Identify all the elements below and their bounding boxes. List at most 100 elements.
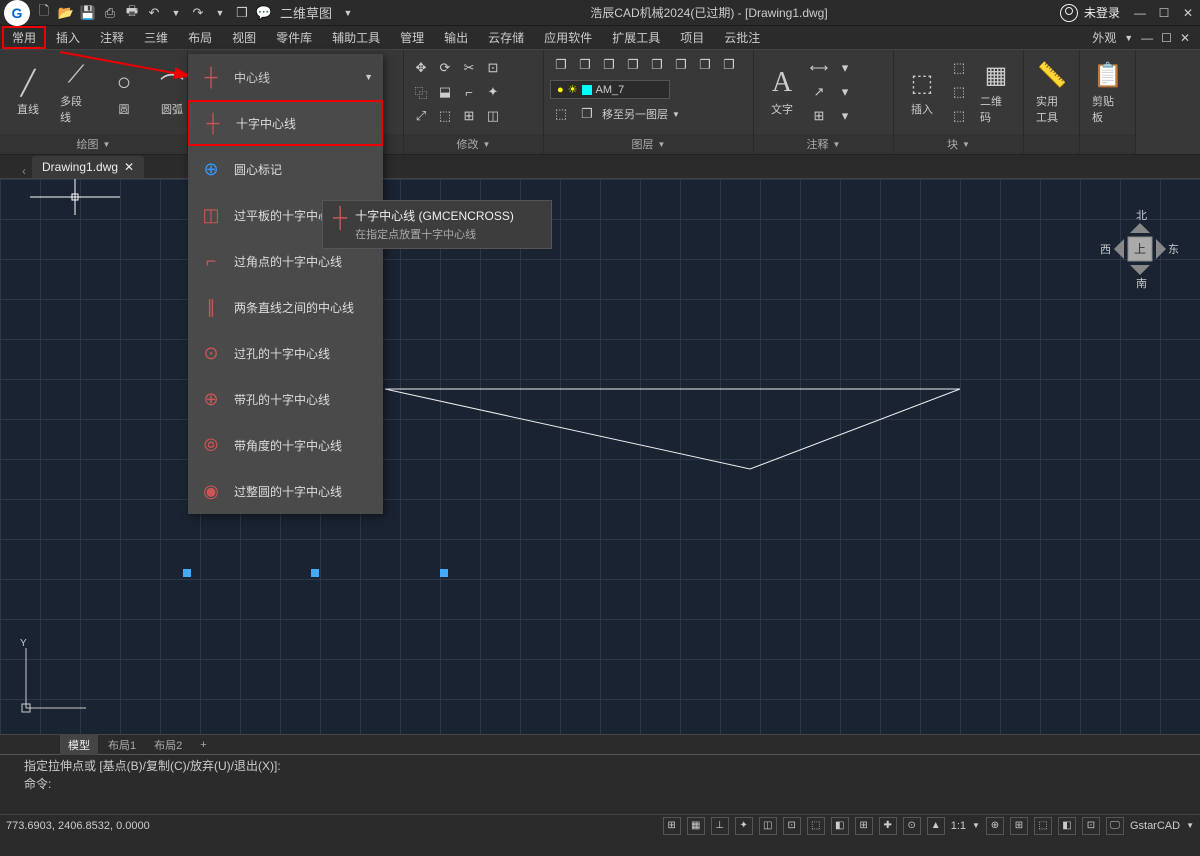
- layer-icon[interactable]: ❐: [718, 54, 740, 76]
- copy-icon[interactable]: ⿻: [410, 81, 432, 103]
- util-button[interactable]: 📏实用工具: [1030, 57, 1074, 127]
- panel-title-layer[interactable]: 图层 ▼: [544, 134, 753, 154]
- mirror-icon[interactable]: ⬓: [434, 81, 456, 103]
- scale-icon[interactable]: ⬚: [434, 105, 456, 127]
- rotate-icon[interactable]: ⟳: [434, 57, 456, 79]
- close-doc-icon[interactable]: ✕: [1180, 31, 1190, 45]
- qr-button[interactable]: ▦二维码: [974, 57, 1018, 127]
- saveas-icon[interactable]: ⎙: [100, 3, 120, 23]
- menu-output[interactable]: 输出: [434, 26, 478, 49]
- menu-cloud-anno[interactable]: 云批注: [714, 26, 770, 49]
- menu-ext[interactable]: 扩展工具: [602, 26, 670, 49]
- undo-icon[interactable]: ↶: [144, 3, 164, 23]
- grip-handle[interactable]: [183, 569, 191, 577]
- restore-ribbon-icon[interactable]: ☐: [1161, 31, 1172, 45]
- clipboard-button[interactable]: 📋剪贴板: [1086, 57, 1130, 127]
- min-ribbon-icon[interactable]: —: [1141, 31, 1153, 45]
- tool-icon[interactable]: ▾: [834, 57, 856, 79]
- toggle[interactable]: ◧: [831, 817, 849, 835]
- command-input[interactable]: 命令:: [2, 775, 1198, 795]
- grip-handle[interactable]: [311, 569, 319, 577]
- minimize-button[interactable]: —: [1132, 6, 1148, 20]
- layer-icon[interactable]: ❐: [598, 54, 620, 76]
- dropdown-item-cross-centerline[interactable]: ┼ 十字中心线: [188, 100, 383, 146]
- text-button[interactable]: A文字: [760, 65, 804, 119]
- chevron-down-icon[interactable]: ▼: [338, 3, 358, 23]
- document-tab[interactable]: Drawing1.dwg✕: [32, 156, 144, 178]
- tool-icon[interactable]: ✦: [482, 81, 504, 103]
- workspace-label[interactable]: 二维草图: [276, 3, 336, 23]
- monitor-icon[interactable]: 🖵: [1106, 817, 1124, 835]
- dropdown-item-center-mark[interactable]: ⊕ 圆心标记: [188, 146, 383, 192]
- layer-icon[interactable]: ❐: [576, 103, 598, 125]
- osnap-toggle[interactable]: ◫: [759, 817, 777, 835]
- move-icon[interactable]: ✥: [410, 57, 432, 79]
- dropdown-item-hole[interactable]: ⊙ 过孔的十字中心线: [188, 330, 383, 376]
- array-icon[interactable]: ⊞: [458, 105, 480, 127]
- fillet-icon[interactable]: ⌐: [458, 81, 480, 103]
- trim-icon[interactable]: ✂: [458, 57, 480, 79]
- panel-title-modify[interactable]: 修改 ▼: [404, 134, 543, 154]
- dropdown-item-angle[interactable]: ⦾ 带角度的十字中心线: [188, 422, 383, 468]
- menu-apps[interactable]: 应用软件: [534, 26, 602, 49]
- block-icon[interactable]: ⬚: [948, 57, 970, 79]
- scale-display[interactable]: 1:1: [951, 820, 966, 832]
- login-button[interactable]: 未登录: [1060, 4, 1120, 22]
- menu-aux[interactable]: 辅助工具: [322, 26, 390, 49]
- tab-scroll-left[interactable]: ‹: [16, 164, 32, 178]
- layer-combo[interactable]: ●☀AM_7: [550, 80, 670, 99]
- toggle[interactable]: ⊕: [986, 817, 1004, 835]
- toggle[interactable]: ◧: [1058, 817, 1076, 835]
- new-icon[interactable]: 🗋: [34, 3, 54, 23]
- layers-icon[interactable]: ❒: [232, 3, 252, 23]
- menu-manage[interactable]: 管理: [390, 26, 434, 49]
- insert-button[interactable]: ⬚插入: [900, 65, 944, 119]
- toggle[interactable]: ✚: [879, 817, 897, 835]
- layer-icon[interactable]: ❐: [670, 54, 692, 76]
- panel-title-anno[interactable]: 注释 ▼: [754, 134, 893, 154]
- open-icon[interactable]: 📂: [56, 3, 76, 23]
- dim-icon[interactable]: ⟷: [808, 57, 830, 79]
- add-layout-tab[interactable]: +: [192, 737, 214, 753]
- app-logo[interactable]: G: [4, 0, 30, 26]
- table-icon[interactable]: ⊞: [808, 105, 830, 127]
- close-tab-icon[interactable]: ✕: [124, 160, 134, 174]
- menu-parts[interactable]: 零件库: [266, 26, 322, 49]
- block-icon[interactable]: ⬚: [948, 81, 970, 103]
- toggle[interactable]: ⊡: [783, 817, 801, 835]
- menu-view[interactable]: 视图: [222, 26, 266, 49]
- dropdown-item-with-hole[interactable]: ⊕ 带孔的十字中心线: [188, 376, 383, 422]
- grid-toggle[interactable]: ▦: [687, 817, 705, 835]
- dropdown-item-full-circle[interactable]: ◉ 过整圆的十字中心线: [188, 468, 383, 514]
- panel-title-block[interactable]: 块 ▼: [894, 134, 1023, 154]
- layout-tab-1[interactable]: 布局1: [100, 735, 144, 755]
- ortho-toggle[interactable]: ⊥: [711, 817, 729, 835]
- layer-icon[interactable]: ❐: [622, 54, 644, 76]
- layer-icon[interactable]: ⬚: [550, 103, 572, 125]
- snap-toggle[interactable]: ⊞: [663, 817, 681, 835]
- layer-icon[interactable]: ❐: [550, 54, 572, 76]
- dropdown-item-between-lines[interactable]: ∥ 两条直线之间的中心线: [188, 284, 383, 330]
- toggle[interactable]: ⊙: [903, 817, 921, 835]
- dropdown-header[interactable]: ┼ 中心线 ▼: [188, 54, 383, 100]
- toggle[interactable]: ⊡: [1082, 817, 1100, 835]
- leader-icon[interactable]: ↗: [808, 81, 830, 103]
- menu-project[interactable]: 项目: [670, 26, 714, 49]
- layer-icon[interactable]: ❐: [574, 54, 596, 76]
- chevron-down-icon[interactable]: ▼: [210, 3, 230, 23]
- tool-icon[interactable]: ▾: [834, 81, 856, 103]
- toggle[interactable]: ▲: [927, 817, 945, 835]
- toggle[interactable]: ⬚: [807, 817, 825, 835]
- chevron-down-icon[interactable]: ▼: [166, 3, 186, 23]
- tool-icon[interactable]: ⊡: [482, 57, 504, 79]
- close-button[interactable]: ✕: [1180, 6, 1196, 20]
- tool-icon[interactable]: ◫: [482, 105, 504, 127]
- grip-handle[interactable]: [440, 569, 448, 577]
- layout-tab-model[interactable]: 模型: [60, 735, 98, 755]
- block-icon[interactable]: ⬚: [948, 105, 970, 127]
- toggle[interactable]: ⊞: [855, 817, 873, 835]
- menu-cloud[interactable]: 云存储: [478, 26, 534, 49]
- move-layer-button[interactable]: 移至另一图层: [602, 106, 668, 122]
- layer-icon[interactable]: ❐: [694, 54, 716, 76]
- print-icon[interactable]: 🖶: [122, 3, 142, 23]
